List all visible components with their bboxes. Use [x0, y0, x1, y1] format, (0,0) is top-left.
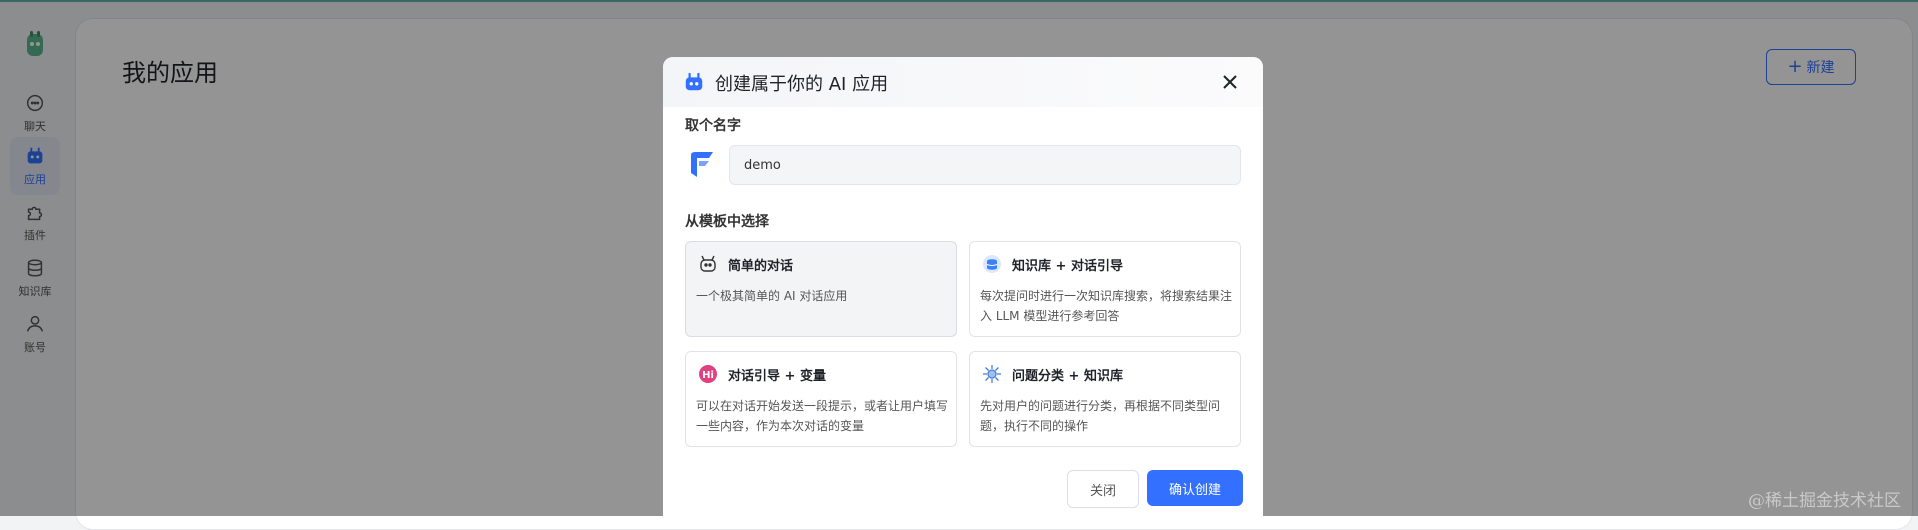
template-description: 先对用户的问题进行分类，再根据不同类型问题，执行不同的操作 — [980, 399, 1221, 433]
template-title: 知识库 + 对话引导 — [1012, 259, 1123, 274]
watermark: @稀土掘金技术社区 — [1748, 491, 1901, 511]
svg-text:Hi: Hi — [702, 370, 714, 381]
modal-title: 创建属于你的 AI 应用 — [715, 74, 889, 95]
classify-icon — [983, 365, 1001, 383]
create-app-modal: 创建属于你的 AI 应用 取个名字 从模板中选择 简单的对话 一个极其简单的 A… — [663, 57, 1263, 527]
template-card-guide-variables[interactable]: Hi 对话引导 + 变量 可以在对话开始发送一段提示，或者让用户填写一些内容，作… — [685, 351, 957, 447]
cancel-button[interactable]: 关闭 — [1067, 470, 1139, 508]
confirm-create-button[interactable]: 确认创建 — [1147, 470, 1243, 506]
template-card-simple-chat[interactable]: 简单的对话 一个极其简单的 AI 对话应用 — [685, 241, 957, 337]
knowledge-base-icon — [983, 255, 1001, 273]
template-label: 从模板中选择 — [685, 214, 769, 230]
template-description: 可以在对话开始发送一段提示，或者让用户填写一些内容，作为本次对话的变量 — [696, 399, 949, 433]
close-icon — [1223, 75, 1237, 89]
template-card-knowledge-guide[interactable]: 知识库 + 对话引导 每次提问时进行一次知识库搜索，将搜索结果注入 LLM 模型… — [969, 241, 1241, 337]
robot-icon — [685, 72, 703, 91]
template-description: 一个极其简单的 AI 对话应用 — [696, 289, 848, 303]
app-avatar-icon[interactable] — [687, 149, 719, 181]
hi-badge-icon: Hi — [699, 365, 717, 383]
simple-chat-icon — [700, 255, 716, 272]
template-card-classify-knowledge[interactable]: 问题分类 + 知识库 先对用户的问题进行分类，再根据不同类型问题，执行不同的操作 — [969, 351, 1241, 447]
template-title: 问题分类 + 知识库 — [1012, 369, 1123, 384]
name-label: 取个名字 — [685, 118, 741, 134]
template-description: 每次提问时进行一次知识库搜索，将搜索结果注入 LLM 模型进行参考回答 — [980, 289, 1233, 323]
modal-close-button[interactable] — [1217, 69, 1243, 95]
template-title: 简单的对话 — [728, 259, 794, 274]
app-name-input[interactable] — [729, 145, 1241, 185]
template-title: 对话引导 + 变量 — [728, 369, 826, 384]
